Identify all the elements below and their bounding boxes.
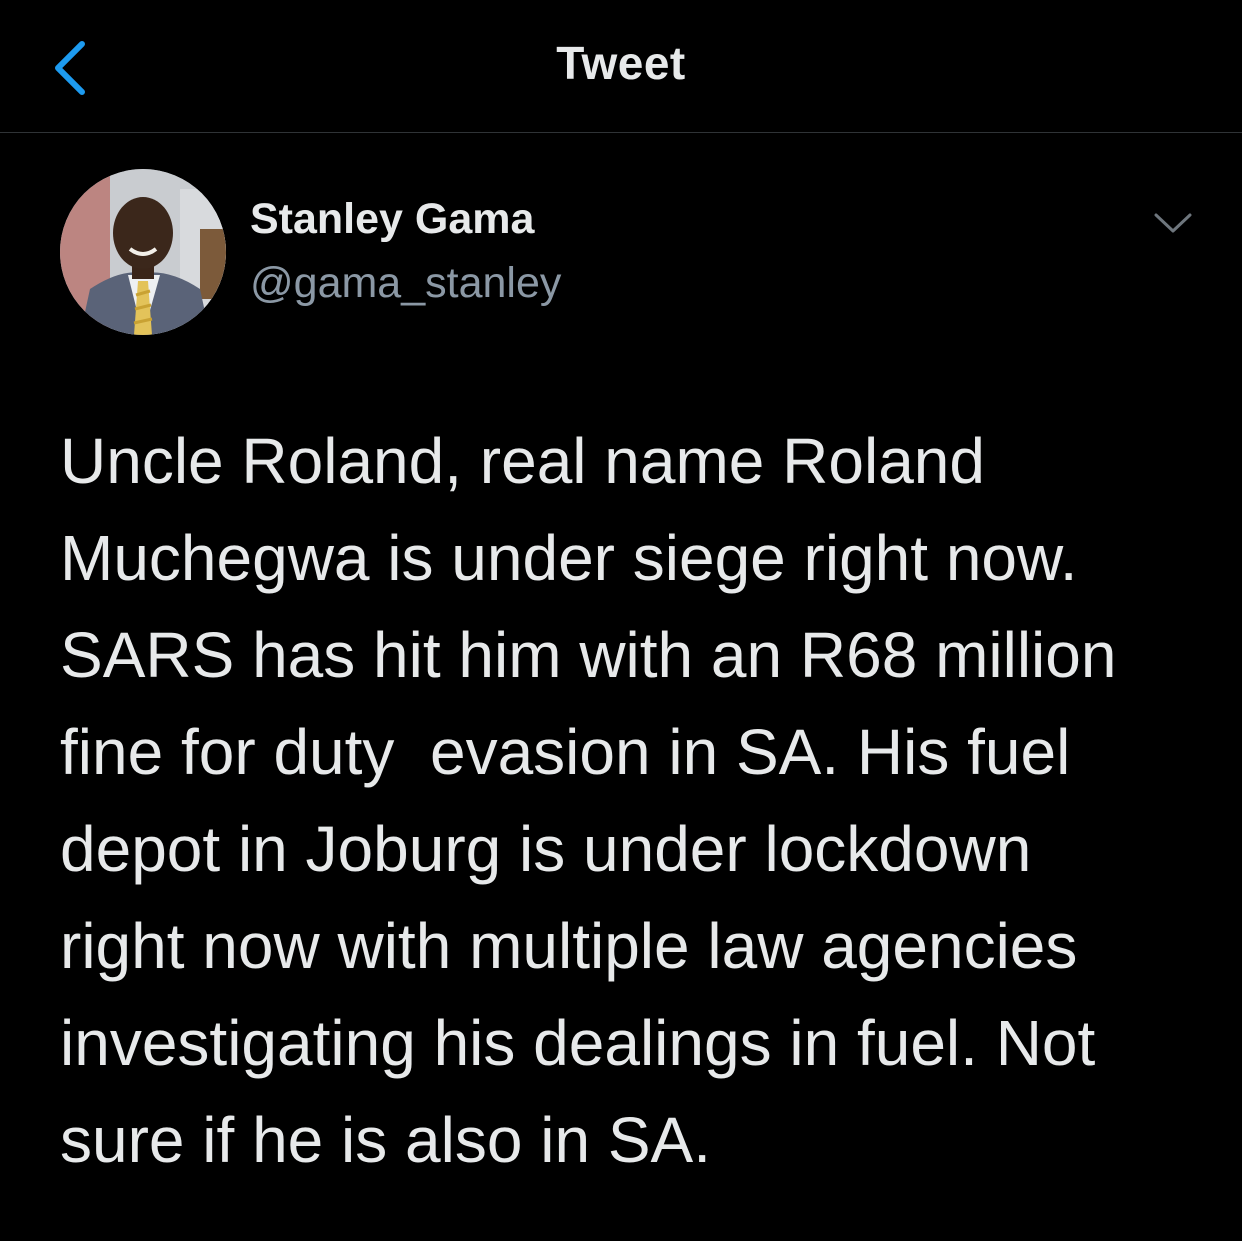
tweet-options-button[interactable] xyxy=(1148,203,1198,243)
top-bar: Tweet xyxy=(0,0,1242,133)
tweet-text-line: fine for duty evasion in SA. His fuel xyxy=(60,716,1071,788)
tweet-text-line: investigating his dealings in fuel. Not xyxy=(60,1007,1096,1079)
tweet-text-line: Muchegwa is under siege right now. xyxy=(60,522,1078,594)
chevron-down-icon xyxy=(1154,213,1192,233)
author-name[interactable]: Stanley Gama xyxy=(250,195,534,244)
tweet-text: Uncle Roland, real name Roland Muchegwa … xyxy=(60,413,1190,1189)
tweet-text-line: sure if he is also in SA. xyxy=(60,1104,711,1176)
tweet-card: Stanley Gama @gama_stanley Uncle Roland,… xyxy=(0,133,1242,1241)
page-title: Tweet xyxy=(556,37,686,89)
tweet-text-line: Uncle Roland, real name Roland xyxy=(60,425,985,497)
profile-photo xyxy=(60,169,226,335)
author-handle[interactable]: @gama_stanley xyxy=(250,259,561,308)
tweet-text-line: SARS has hit him with an R68 million xyxy=(60,619,1117,691)
tweet-text-line: depot in Joburg is under lockdown xyxy=(60,813,1032,885)
avatar[interactable] xyxy=(60,169,226,335)
tweet-text-line: right now with multiple law agencies xyxy=(60,910,1078,982)
